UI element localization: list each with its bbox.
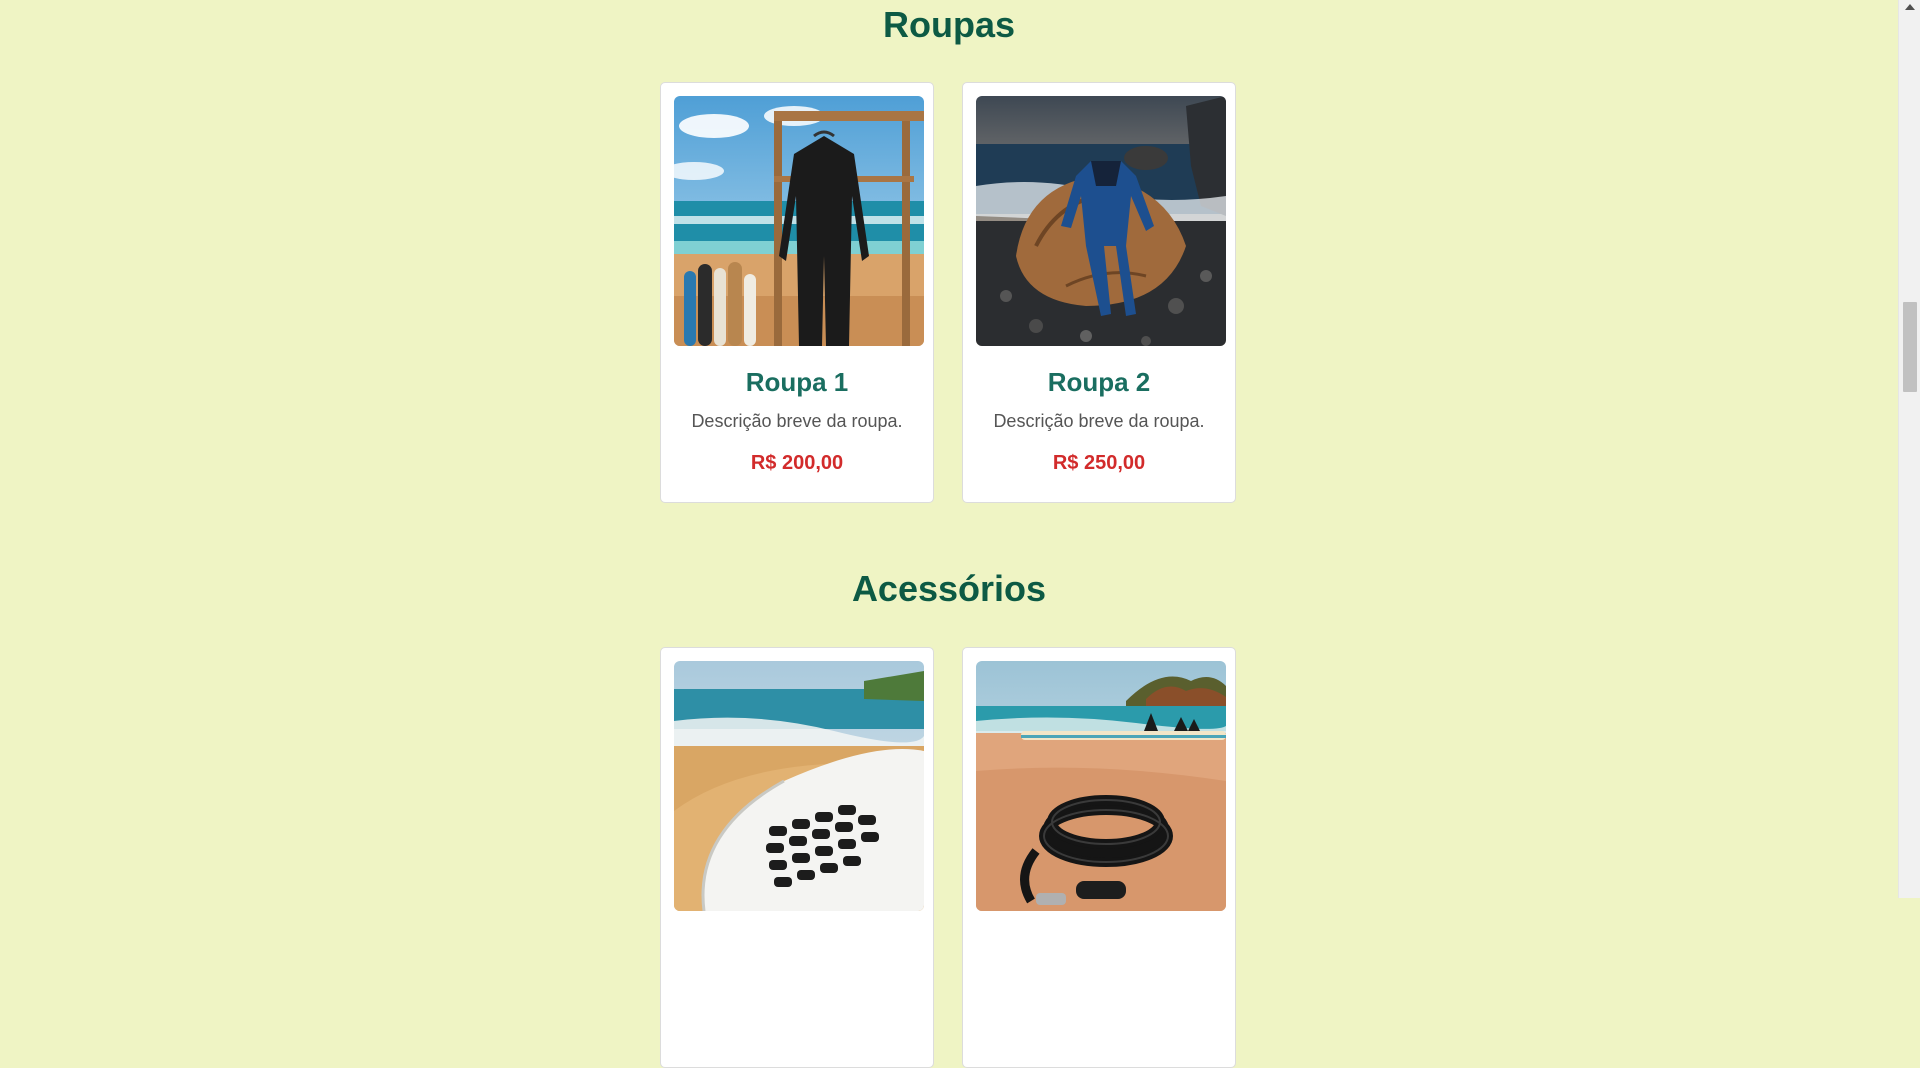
product-name: Roupa 2	[1047, 367, 1151, 397]
section-title-acessorios: Acessórios	[851, 568, 1047, 609]
product-catalog-page: Roupas Roupa 1 Descrição breve da roupa.…	[0, 0, 1898, 1068]
surfboard-traction-pad-image[interactable]	[674, 661, 924, 911]
scrollbar-thumb[interactable]	[1903, 302, 1917, 392]
product-price: R$ 250,00	[1052, 452, 1146, 474]
product-description: Descrição breve da roupa.	[691, 411, 903, 431]
product-card-accessory-1[interactable]	[660, 647, 934, 1068]
product-card-roupa-2[interactable]: Roupa 2 Descrição breve da roupa. R$ 250…	[962, 82, 1236, 503]
product-description: Descrição breve da roupa.	[993, 411, 1205, 431]
product-price: R$ 200,00	[750, 452, 844, 474]
scroll-up-arrow-icon[interactable]	[1905, 4, 1915, 10]
surf-leash-on-sand-image[interactable]	[976, 661, 1226, 911]
wetsuit-on-rock-image[interactable]	[976, 96, 1226, 346]
product-card-accessory-2[interactable]	[962, 647, 1236, 1068]
product-name: Roupa 1	[745, 367, 849, 397]
wetsuit-on-beach-rack-image[interactable]	[674, 96, 924, 346]
product-card-roupa-1[interactable]: Roupa 1 Descrição breve da roupa. R$ 200…	[660, 82, 934, 503]
section-title-roupas: Roupas	[882, 4, 1015, 45]
vertical-scrollbar[interactable]	[1898, 0, 1920, 898]
